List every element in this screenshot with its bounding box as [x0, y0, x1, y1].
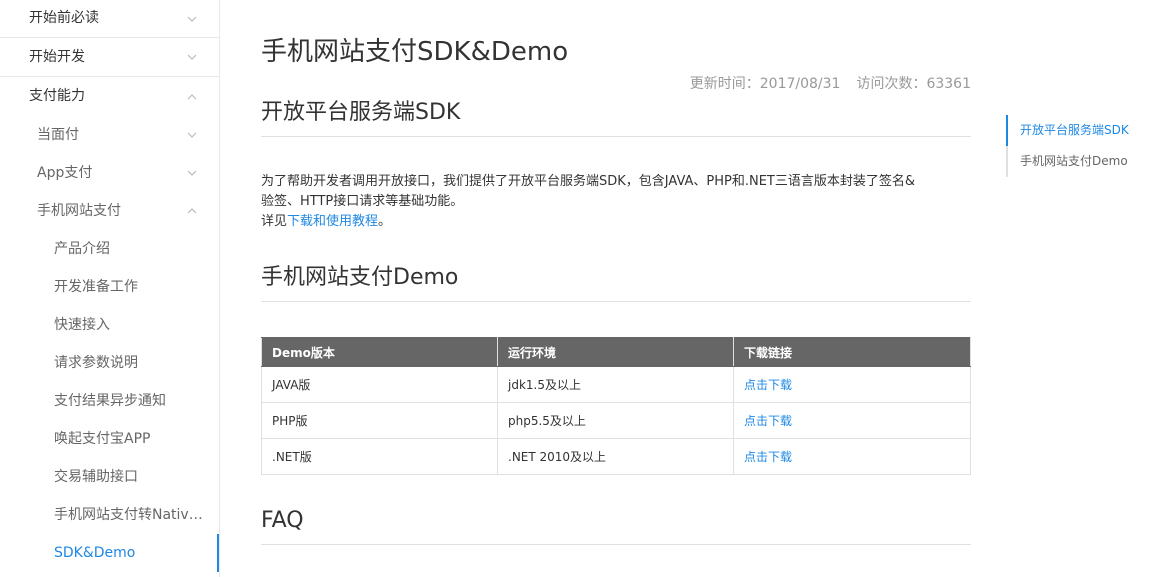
sidebar-item-async-notify[interactable]: 支付结果异步通知 [0, 382, 219, 420]
table-header-row: Demo版本 运行环境 下载链接 [261, 337, 971, 367]
table-row: JAVA版 jdk1.5及以上 点击下载 [261, 366, 971, 403]
cell-version: PHP版 [261, 402, 498, 439]
sidebar-item-label: 唤起支付宝APP [54, 431, 151, 447]
sidebar-item-label: 交易辅助接口 [54, 469, 138, 485]
see-suffix: 。 [378, 214, 392, 229]
cell-version: .NET版 [261, 438, 498, 475]
table-row: PHP版 php5.5及以上 点击下载 [261, 402, 971, 439]
cell-env: php5.5及以上 [497, 402, 734, 439]
sidebar-item-label: 支付结果异步通知 [54, 393, 166, 409]
sidebar-item-label: 开始前必读 [29, 10, 99, 26]
sidebar-item-label: 开始开发 [29, 49, 85, 65]
column-header-download: 下载链接 [733, 337, 971, 367]
section-heading-demo: 手机网站支付Demo [261, 263, 971, 302]
sidebar-item-start-dev[interactable]: 开始开发 [0, 38, 219, 77]
sdk-description-line: 详见下载和使用教程。 [261, 212, 971, 232]
chevron-up-icon [187, 208, 197, 214]
sidebar-item-before-start[interactable]: 开始前必读 [0, 0, 219, 38]
chevron-down-icon [187, 16, 197, 22]
chevron-down-icon [187, 132, 197, 138]
sidebar-item-mobile-web-pay[interactable]: 手机网站支付 [0, 192, 219, 230]
cell-env: jdk1.5及以上 [497, 366, 734, 403]
sidebar-item-sdk-demo[interactable]: SDK&Demo [0, 534, 219, 572]
app: 开始前必读 开始开发 支付能力 当面付 App支付 手机网站支付 产品介绍 开发… [0, 0, 1160, 577]
table-of-contents: 开放平台服务端SDK 手机网站支付Demo [1006, 115, 1156, 177]
sidebar-item-invoke-alipay-app[interactable]: 唤起支付宝APP [0, 420, 219, 458]
download-link-php[interactable]: 点击下载 [744, 414, 792, 428]
sidebar-item-label: 请求参数说明 [54, 355, 138, 371]
cell-download: 点击下载 [733, 438, 971, 475]
sidebar-item-product-intro[interactable]: 产品介绍 [0, 230, 219, 268]
sidebar-item-quick-start[interactable]: 快速接入 [0, 306, 219, 344]
visits-value: 63361 [926, 76, 971, 92]
sdk-description-line: 验签、HTTP接口请求等基础功能。 [261, 194, 464, 209]
sidebar-item-request-params[interactable]: 请求参数说明 [0, 344, 219, 382]
updated-label: 更新时间： [689, 76, 760, 92]
download-link-dotnet[interactable]: 点击下载 [744, 450, 792, 464]
sidebar-item-label: 当面付 [37, 127, 79, 143]
sidebar-item-label: SDK&Demo [54, 545, 136, 561]
sidebar-item-label: 手机网站支付 [37, 203, 121, 219]
sidebar-item-face-to-face-pay[interactable]: 当面付 [0, 116, 219, 154]
sidebar-item-label: 支付能力 [29, 88, 85, 104]
sidebar-item-payment-capability[interactable]: 支付能力 [0, 77, 219, 116]
chevron-up-icon [187, 93, 197, 100]
cell-version: JAVA版 [261, 366, 498, 403]
page-meta: 更新时间：2017/08/31 访问次数：63361 [690, 74, 971, 94]
sidebar-item-label: 快速接入 [54, 317, 110, 333]
sdk-description: 为了帮助开发者调用开放接口，我们提供了开放平台服务端SDK，包含JAVA、PHP… [261, 172, 971, 232]
table-row: .NET版 .NET 2010及以上 点击下载 [261, 438, 971, 475]
download-link-java[interactable]: 点击下载 [744, 378, 792, 392]
toc-item-demo[interactable]: 手机网站支付Demo [1006, 146, 1156, 177]
cell-download: 点击下载 [733, 366, 971, 403]
cell-env: .NET 2010及以上 [497, 438, 734, 475]
download-tutorial-link[interactable]: 下载和使用教程 [287, 214, 378, 229]
sidebar-item-web-to-native[interactable]: 手机网站支付转Native支付 [0, 496, 219, 534]
see-prefix: 详见 [261, 214, 288, 229]
updated-value: 2017/08/31 [759, 76, 841, 92]
column-header-env: 运行环境 [497, 337, 734, 367]
sidebar-item-label: App支付 [37, 165, 93, 181]
cell-download: 点击下载 [733, 402, 971, 439]
sdk-description-line: 为了帮助开发者调用开放接口，我们提供了开放平台服务端SDK，包含JAVA、PHP… [261, 174, 916, 189]
section-heading-sdk: 开放平台服务端SDK [261, 98, 971, 137]
visits-label: 访问次数： [856, 76, 927, 92]
toc-item-sdk[interactable]: 开放平台服务端SDK [1006, 115, 1156, 146]
column-header-version: Demo版本 [261, 337, 498, 367]
sidebar-nav: 开始前必读 开始开发 支付能力 当面付 App支付 手机网站支付 产品介绍 开发… [0, 0, 220, 577]
sidebar-item-dev-prep[interactable]: 开发准备工作 [0, 268, 219, 306]
demo-table: Demo版本 运行环境 下载链接 JAVA版 jdk1.5及以上 点击下载 PH… [261, 337, 971, 475]
chevron-down-icon [187, 170, 197, 176]
section-heading-faq: FAQ [261, 506, 971, 545]
sidebar-item-app-pay[interactable]: App支付 [0, 154, 219, 192]
sidebar-item-label: 产品介绍 [54, 241, 110, 257]
sidebar-item-label: 手机网站支付转Native支付 [54, 507, 206, 523]
chevron-down-icon [187, 54, 197, 60]
sidebar-item-trade-helper-api[interactable]: 交易辅助接口 [0, 458, 219, 496]
sidebar-item-label: 开发准备工作 [54, 279, 138, 295]
page-title: 手机网站支付SDK&Demo [261, 37, 569, 67]
